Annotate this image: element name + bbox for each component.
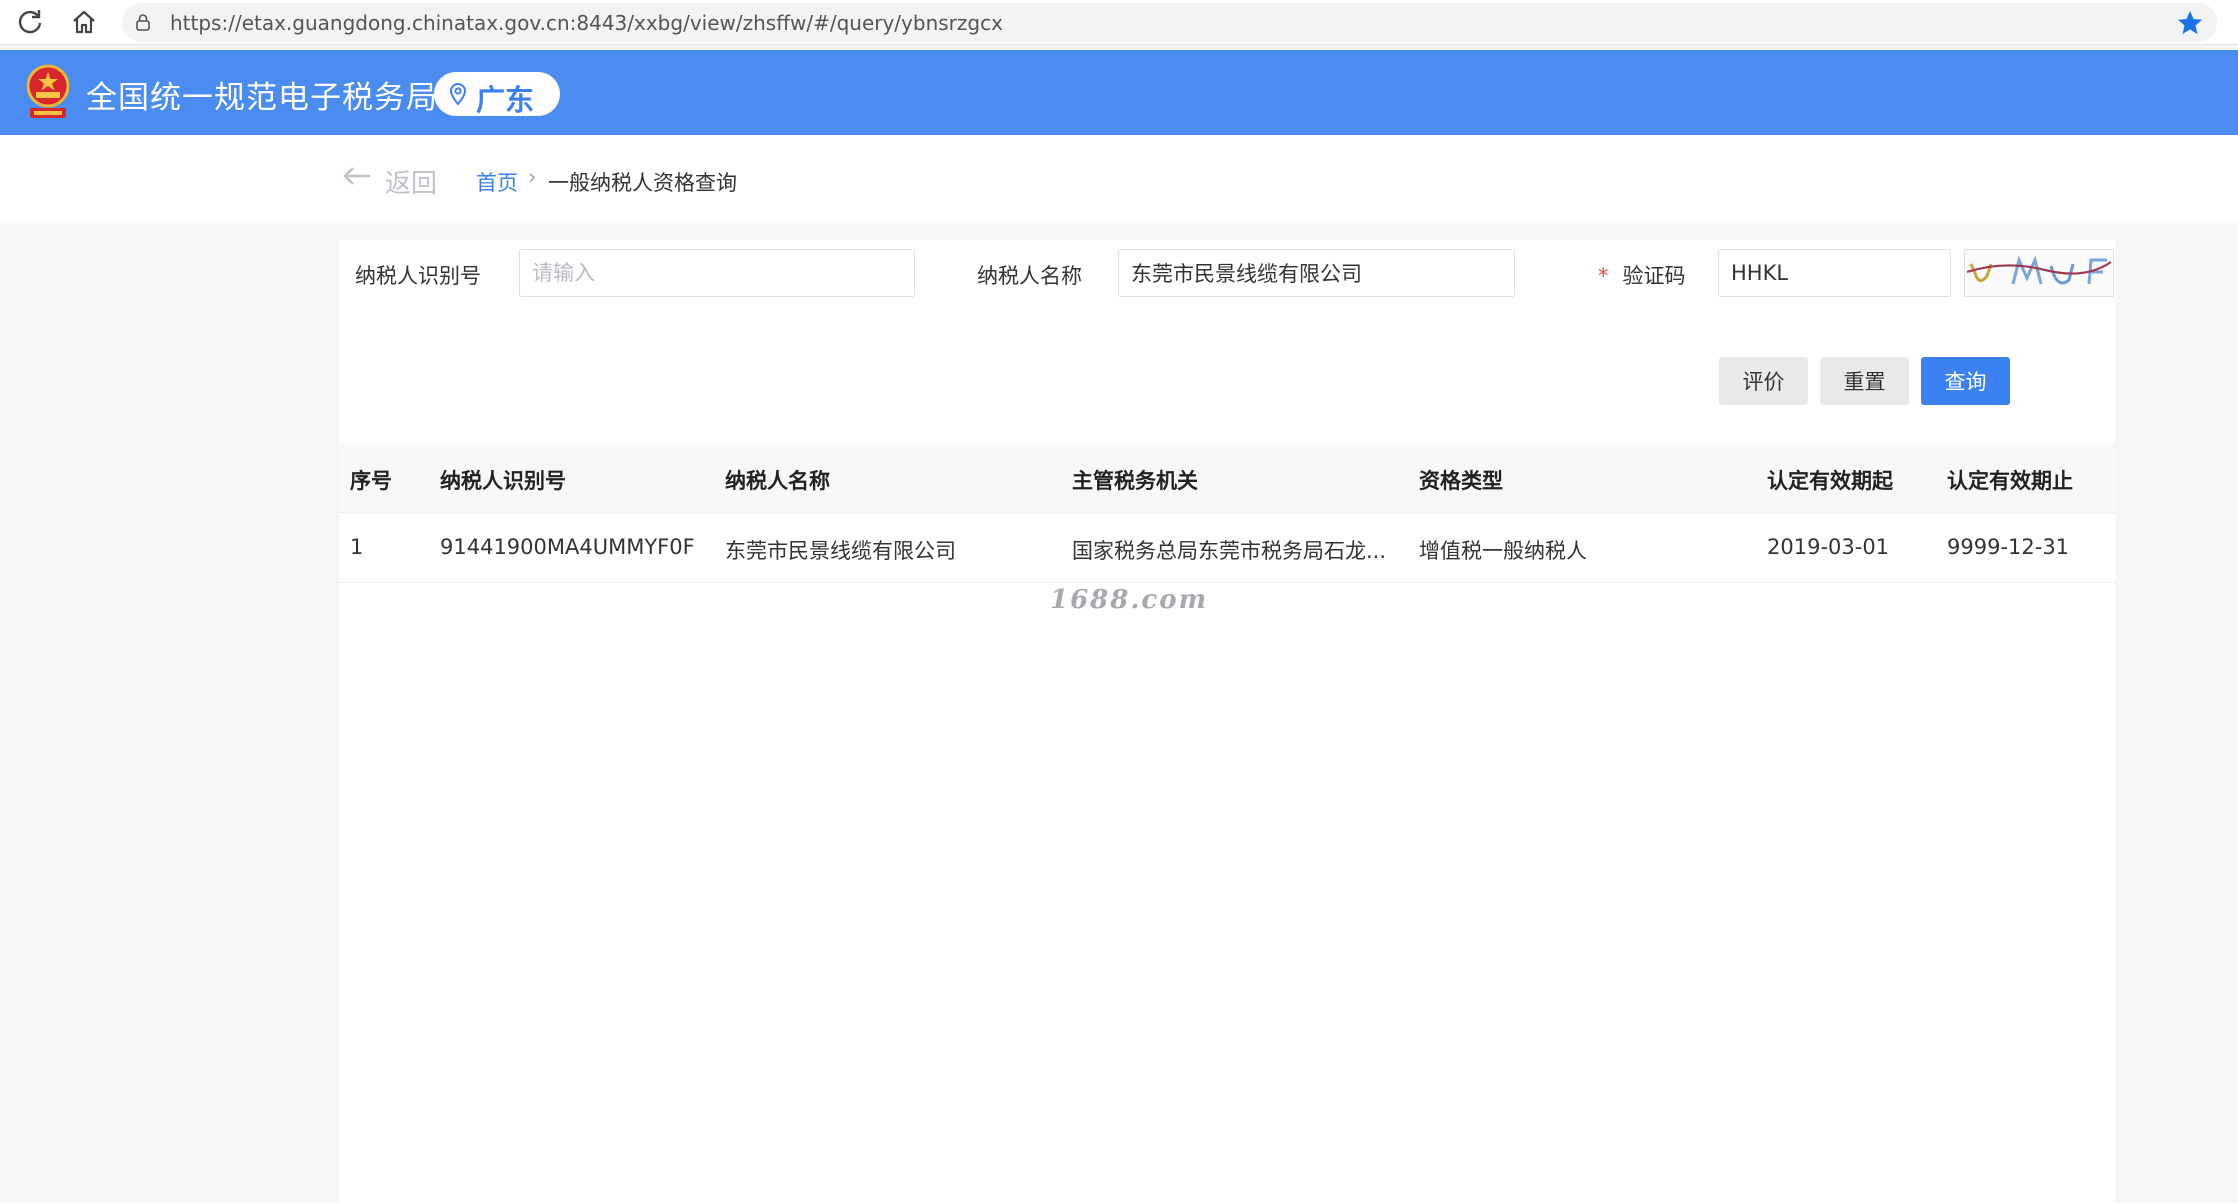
taxpayer-name-label: 纳税人名称 [977,264,1082,288]
reload-icon[interactable] [14,6,46,38]
query-button[interactable]: 查询 [1921,357,2010,405]
breadcrumb-separator: › [528,165,537,189]
breadcrumb-current: 一般纳税人资格查询 [548,171,737,195]
sub-header: 返回 首页 › 一般纳税人资格查询 [0,135,2238,223]
table-cell: 1 [350,535,364,559]
home-icon[interactable] [68,6,100,38]
column-header: 资格类型 [1419,469,1503,493]
captcha-label-text: 验证码 [1622,264,1686,288]
site-title: 全国统一规范电子税务局 [86,80,438,116]
taxpayer-id-label: 纳税人识别号 [355,264,481,288]
browser-toolbar: https://etax.guangdong.chinatax.gov.cn:8… [0,0,2238,45]
reset-button[interactable]: 重置 [1820,357,1909,405]
breadcrumb-home[interactable]: 首页 [476,167,518,197]
table-cell: 9999-12-31 [1947,535,2070,559]
column-header: 主管税务机关 [1072,469,1198,493]
table-header: 序号 纳税人识别号 纳税人名称 主管税务机关 资格类型 认定有效期起 认定有效期… [339,443,2115,513]
evaluate-button[interactable]: 评价 [1719,357,1808,405]
site-header: 全国统一规范电子税务局 广东 [0,50,2238,135]
table-cell: 2019-03-01 [1767,535,1890,559]
back-arrow-icon[interactable] [342,165,372,187]
taxpayer-name-input[interactable] [1118,249,1515,297]
captcha-label: * 验证码 [1598,260,1686,290]
captcha-input[interactable] [1718,249,1951,297]
column-header: 纳税人名称 [725,469,830,493]
captcha-image[interactable] [1964,249,2114,297]
bookmark-star-icon[interactable] [2175,8,2205,38]
table-row[interactable]: 1 91441900MA4UMMYF0F 东莞市民景线缆有限公司 国家税务总局东… [339,513,2115,583]
address-bar[interactable]: https://etax.guangdong.chinatax.gov.cn:8… [122,3,2217,42]
region-selector[interactable]: 广东 [434,72,560,117]
table-cell: 91441900MA4UMMYF0F [440,535,695,559]
location-pin-icon [449,82,467,106]
table-cell: 国家税务总局东莞市税务局石龙... [1072,539,1387,563]
region-label: 广东 [476,83,535,117]
captcha-graphic [1966,255,2112,285]
column-header: 认定有效期止 [1947,469,2073,493]
query-panel: 纳税人识别号 纳税人名称 * 验证码 评价 重置 查询 序号 纳税人识别号 纳税人… [339,240,2115,1203]
table-cell: 东莞市民景线缆有限公司 [725,539,956,563]
watermark-text: 1688.com [1050,585,1209,615]
back-link[interactable]: 返回 [385,163,437,200]
taxpayer-id-input[interactable] [519,249,915,297]
column-header: 纳税人识别号 [440,469,566,493]
lock-icon[interactable] [134,13,152,31]
table-cell: 增值税一般纳税人 [1419,539,1587,563]
url-text[interactable]: https://etax.guangdong.chinatax.gov.cn:8… [170,11,1003,35]
column-header: 序号 [350,469,392,493]
required-mark: * [1598,264,1609,288]
column-header: 认定有效期起 [1767,469,1893,493]
national-emblem-icon [26,64,70,118]
